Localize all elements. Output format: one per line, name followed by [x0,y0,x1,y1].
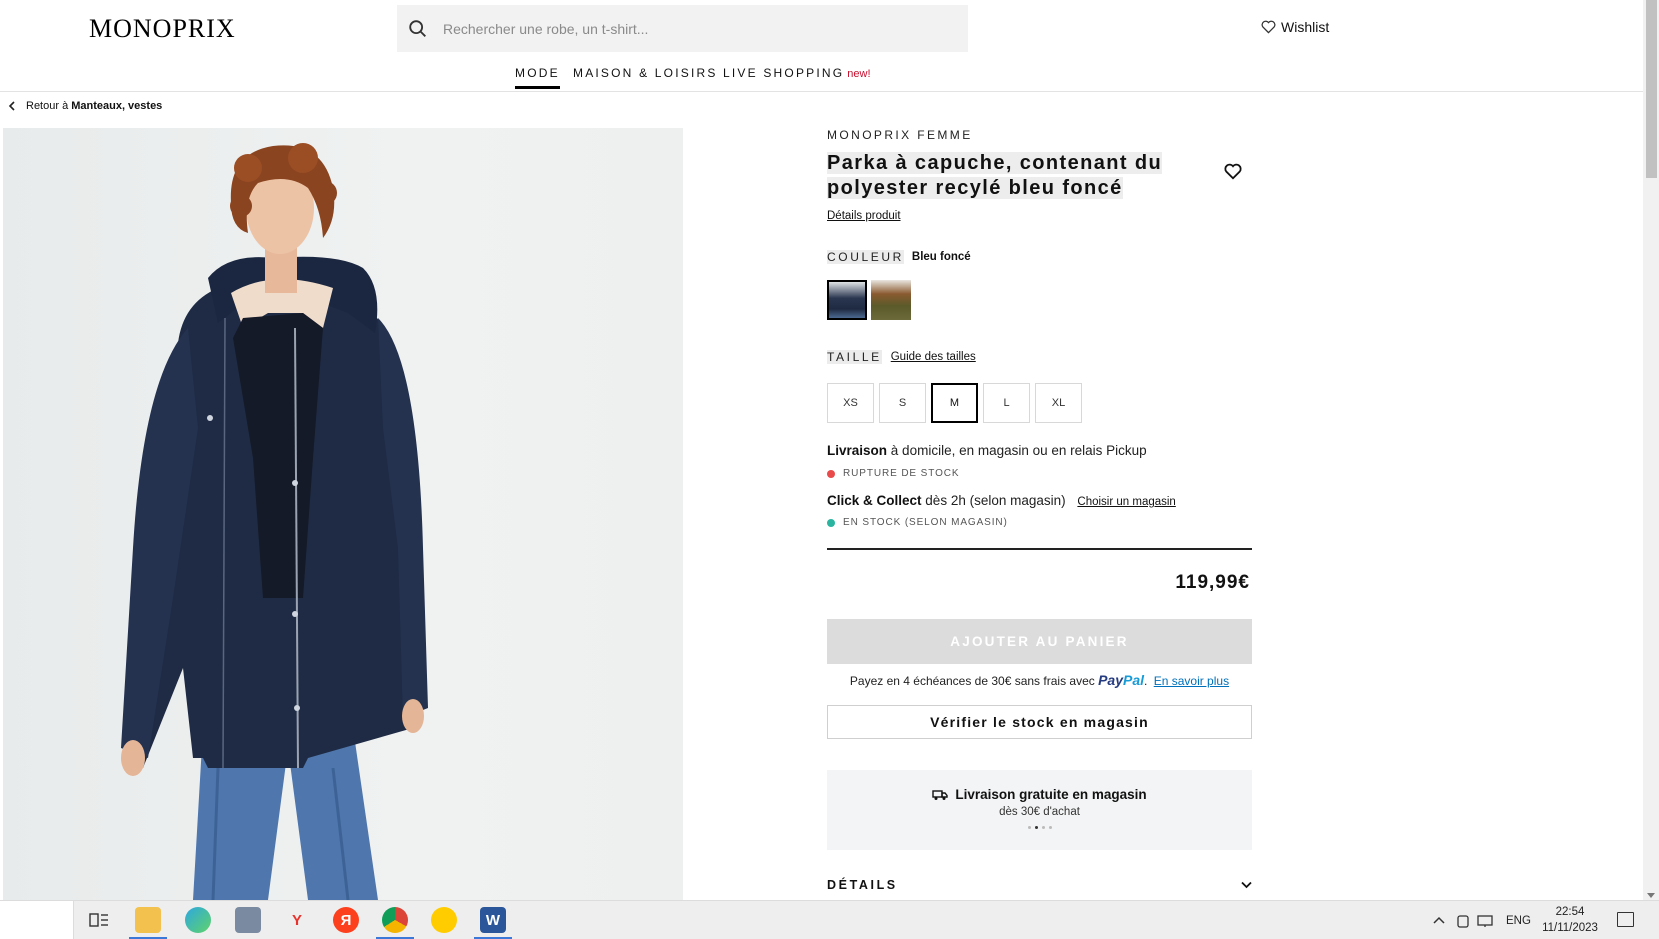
paypal-logo-part-2: Pal [1123,672,1145,688]
search-bar[interactable] [397,5,968,52]
size-guide-link[interactable]: Guide des tailles [891,351,976,363]
color-value: Bleu foncé [911,251,971,263]
onedrive-sync-icon[interactable] [1456,913,1470,929]
paypal-logo-part-1: Pay [1098,672,1124,688]
main-nav: MODE MAISON & LOISIRS LIVE SHOPPING new! [0,66,1640,90]
out-of-stock-dot [827,469,835,478]
paypal-learn-more-link[interactable]: En savoir plus [1154,674,1229,688]
delivery-text: à domicile, en magasin ou en relais Pick… [890,443,1147,458]
chevron-down-icon [1241,881,1252,889]
system-tray: ENG [1432,901,1531,939]
paypal-text: Payez en 4 échéances de 30€ sans frais a… [849,674,1095,688]
nav-item-live-shopping-label: LIVE SHOPPING [723,66,845,80]
chrome-icon[interactable] [376,907,414,939]
delivery-truck-icon [932,789,949,800]
product-title: Parka à capuche, contenant du polyester … [827,151,1187,201]
edge-browser-icon[interactable] [185,907,211,933]
search-input[interactable] [443,20,943,37]
delivery-option: Livraison à domicile, en magasin ou en r… [827,443,1147,458]
calculator-icon[interactable] [235,907,261,933]
file-explorer-icon[interactable] [129,907,167,939]
task-view-icon[interactable] [86,907,112,933]
language-indicator[interactable]: ENG [1506,915,1531,927]
windows-taskbar: Y Я W ENG 22:54 11/11/2023 [0,900,1659,939]
color-row: COULEUR Bleu foncé [827,250,971,264]
yandex-music-icon[interactable] [431,907,457,933]
click-collect-option: Click & Collect dès 2h (selon magasin) C… [827,493,1176,508]
product-brand: MONOPRIX FEMME [827,128,973,142]
breadcrumb[interactable]: Retour à Manteaux, vestes [8,100,162,112]
details-accordion[interactable]: DÉTAILS [827,878,1252,892]
page-scrollbar[interactable] [1643,0,1659,900]
product-price: 119,99€ [1175,572,1250,593]
product-details-link[interactable]: Détails produit [827,210,901,222]
carousel-dot[interactable] [1041,826,1045,829]
wishlist-label: Wishlist [1281,19,1330,35]
scroll-down-arrow-icon[interactable] [1647,893,1655,898]
clock-time: 22:54 [1555,906,1585,918]
details-accordion-label: DÉTAILS [827,878,898,892]
wishlist-link[interactable]: Wishlist [1261,19,1329,35]
heart-icon [1261,20,1276,34]
scrollbar-thumb[interactable] [1646,0,1657,178]
delivery-stock-status: RUPTURE DE STOCK [827,468,959,479]
new-badge: new! [847,68,871,80]
click-collect-text: dès 2h (selon magasin) [925,493,1066,508]
click-collect-title: Click & Collect [827,493,922,508]
promo-title-row: Livraison gratuite en magasin [827,787,1252,802]
chevron-left-icon [8,101,15,111]
choose-store-link[interactable]: Choisir un magasin [1077,496,1175,508]
color-swatch-kaki[interactable] [871,280,911,320]
model-wearing-parka-illustration [121,143,428,900]
carousel-dot[interactable] [1027,826,1031,829]
carousel-dot[interactable] [1048,826,1052,829]
add-to-cart-button[interactable]: AJOUTER AU PANIER [827,619,1252,664]
in-stock-dot [827,518,835,527]
add-to-wishlist-heart-icon[interactable] [1224,163,1242,180]
tray-chevron-up-icon[interactable] [1432,916,1446,926]
network-icon[interactable] [1476,914,1494,928]
nav-item-live-shopping[interactable]: LIVE SHOPPING new! [723,66,871,80]
size-option-m[interactable]: M [931,383,978,423]
clock-date: 11/11/2023 [1542,922,1598,934]
click-collect-status-text: EN STOCK (SELON MAGASIN) [843,517,1008,528]
check-store-stock-button[interactable]: Vérifier le stock en magasin [827,705,1252,739]
size-row: TAILLE Guide des tailles [827,350,976,364]
nav-item-maison-loisirs[interactable]: MAISON & LOISIRS [573,66,718,80]
yandex-icon[interactable]: Y [284,907,310,933]
taskbar-clock[interactable]: 22:54 11/11/2023 [1540,904,1600,936]
promo-subtitle: dès 30€ d'achat [999,806,1080,818]
price-divider [827,548,1252,550]
page: MONOPRIX Wishlist MODE MAISON & LOISIRS … [0,0,1659,939]
size-label: TAILLE [827,350,882,364]
search-icon [409,19,426,37]
breadcrumb-target: Manteaux, vestes [71,100,163,112]
yandex-browser-icon[interactable]: Я [333,907,359,933]
paypal-installments: Payez en 4 échéances de 30€ sans frais a… [849,672,1230,688]
monoprix-logo[interactable]: MONOPRIX [89,14,236,44]
promo-title: Livraison gratuite en magasin [955,787,1147,802]
size-option-xs[interactable]: XS [827,383,874,423]
product-title-text: Parka à capuche, contenant du polyester … [827,152,1163,199]
taskbar-start-area[interactable] [0,901,74,939]
notification-center-icon[interactable] [1617,912,1634,927]
carousel-dot-active[interactable] [1034,826,1038,829]
delivery-title: Livraison [827,443,888,458]
color-label: COULEUR [827,250,904,264]
delivery-status-text: RUPTURE DE STOCK [843,468,960,479]
promo-carousel[interactable]: Livraison gratuite en magasin dès 30€ d'… [827,770,1252,850]
product-image[interactable] [3,128,683,900]
click-collect-stock-status: EN STOCK (SELON MAGASIN) [827,517,1008,528]
carousel-dots [827,826,1252,829]
size-option-l[interactable]: L [983,383,1030,423]
color-swatch-bleu-fonce[interactable] [827,280,867,320]
header-divider [0,91,1643,92]
nav-item-mode[interactable]: MODE [515,66,560,89]
paypal-logo: PayPal [1098,672,1144,688]
breadcrumb-prefix: Retour à [26,100,69,112]
size-option-s[interactable]: S [879,383,926,423]
word-icon[interactable]: W [474,907,512,939]
size-option-xl[interactable]: XL [1035,383,1082,423]
